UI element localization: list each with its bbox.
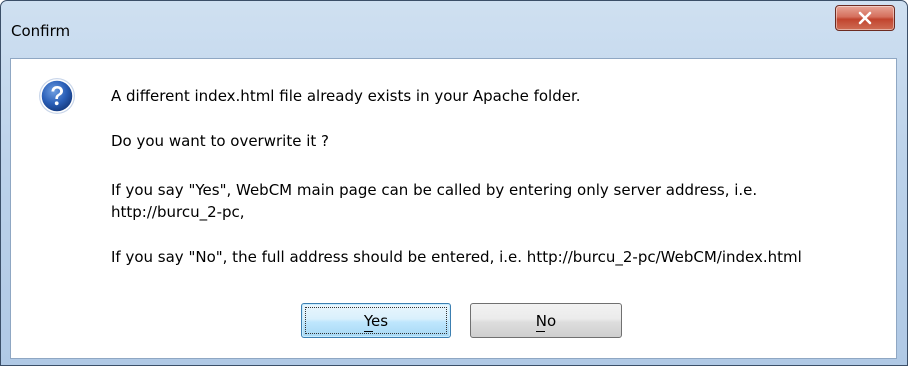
no-button-label: No: [535, 311, 557, 332]
message-line-no-explanation: If you say "No", the full address should…: [111, 248, 802, 266]
confirm-dialog: Confirm A different index.html file alre…: [0, 0, 908, 366]
title-bar[interactable]: Confirm: [1, 1, 907, 59]
no-mnemonic-underline: [535, 330, 545, 332]
no-button-text: No: [535, 311, 557, 330]
yes-button-text: Yes: [363, 311, 389, 330]
message-line-overwrite-question: Do you want to overwrite it ?: [111, 132, 329, 150]
yes-mnemonic-underline: [363, 330, 373, 332]
yes-button[interactable]: Yes: [301, 303, 451, 338]
dialog-title: Confirm: [11, 22, 71, 40]
message-line-existing-file: A different index.html file already exis…: [111, 87, 581, 105]
no-button[interactable]: No: [470, 303, 622, 338]
dialog-body: A different index.html file already exis…: [10, 58, 897, 359]
message-line-yes-explanation: If you say "Yes", WebCM main page can be…: [111, 181, 758, 199]
question-icon: [38, 77, 76, 115]
close-button[interactable]: [835, 5, 895, 31]
message-line-yes-address: http://burcu_2-pc,: [111, 203, 245, 221]
yes-button-label: Yes: [363, 311, 389, 332]
close-icon: [857, 11, 873, 25]
